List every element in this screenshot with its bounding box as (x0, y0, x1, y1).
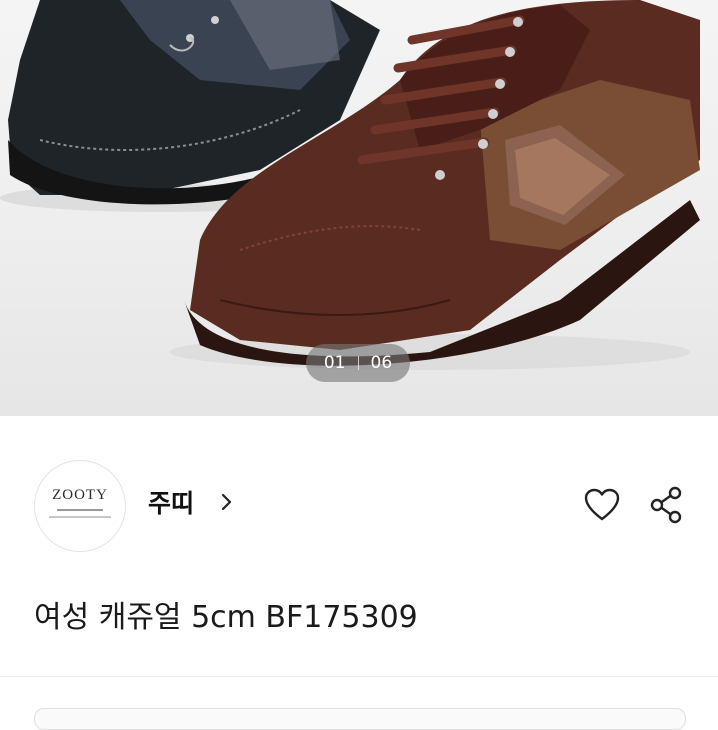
image-counter-total: 06 (370, 353, 393, 373)
store-logo-tagline (49, 516, 111, 518)
next-section-card (34, 708, 686, 730)
store-logo-line (57, 509, 103, 511)
store-logo-text: ZOOTY (52, 487, 108, 503)
image-counter: 01 06 (306, 344, 410, 382)
product-image-gallery[interactable]: 01 06 (0, 0, 718, 416)
section-divider (0, 676, 718, 677)
store-name[interactable]: 주띠 (148, 484, 194, 520)
heart-icon[interactable] (582, 485, 622, 525)
share-icon[interactable] (648, 485, 684, 525)
product-title: 여성 캐쥬얼 5cm BF175309 (34, 600, 418, 635)
image-counter-separator (357, 356, 359, 370)
image-counter-current: 01 (323, 353, 346, 373)
store-logo[interactable]: ZOOTY (34, 460, 126, 552)
chevron-right-icon[interactable] (219, 492, 235, 512)
